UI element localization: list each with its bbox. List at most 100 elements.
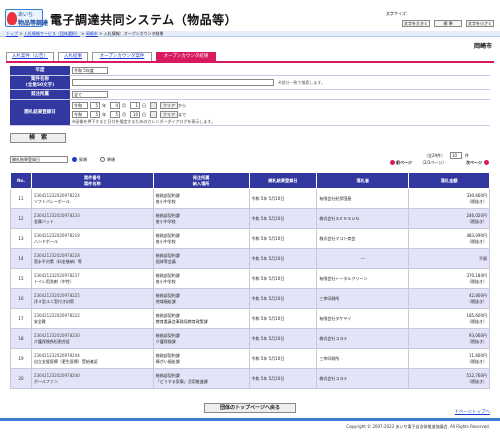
- from-day-input[interactable]: 1: [130, 102, 140, 109]
- row-name-link[interactable]: 介護保険負担割合証: [34, 339, 70, 344]
- row-tax: （税抜き）: [467, 218, 487, 224]
- name-input[interactable]: [72, 79, 274, 86]
- sort-order-select[interactable]: 開札結果登録日: [10, 156, 68, 163]
- row-name-link[interactable]: トイレ用洗剤（中性）: [34, 279, 74, 284]
- row-dept: 総務部契約課: [155, 252, 180, 258]
- year-select[interactable]: 令和 5年度: [72, 67, 108, 74]
- from-day-unit: 日: [142, 103, 146, 108]
- row-tax: （税抜き）: [467, 278, 487, 284]
- row-tax: （税抜き）: [467, 318, 487, 324]
- row-name-link[interactable]: ボールファン: [34, 379, 58, 384]
- from-suffix: から: [178, 103, 186, 108]
- row-name-link[interactable]: ソフトバレーボール: [34, 199, 70, 204]
- to-clear-button[interactable]: クリア: [160, 111, 178, 118]
- desc-label: 降順: [107, 157, 115, 162]
- row-amount-value: 11,660円: [469, 352, 487, 358]
- row-no: 12: [10, 208, 32, 229]
- table-row: 20 230421232020978240 ボールファン 総務部契約課 「どうする家康」…: [10, 368, 490, 389]
- from-clear-button[interactable]: クリア: [160, 102, 178, 109]
- from-year-input[interactable]: 5: [90, 102, 100, 109]
- asc-radio[interactable]: [72, 157, 77, 162]
- row-num-name: 230421232020978244 自立支援医療（更生医療）受給者証: [30, 348, 154, 369]
- year-label: 年度: [10, 66, 70, 75]
- from-month-input[interactable]: 4: [110, 102, 120, 109]
- row-amount-value: 246,020円: [466, 212, 487, 218]
- row-name-link[interactable]: 金属バット: [34, 219, 54, 224]
- row-no: 17: [10, 308, 32, 329]
- th-num-name: 案件番号 案件名称: [30, 172, 154, 189]
- to-year-unit: 年: [102, 112, 106, 117]
- row-name-link[interactable]: ハンドボール: [34, 239, 58, 244]
- row-winner: 株式会社ＳＥＲＳＵＮ: [316, 208, 410, 229]
- breadcrumb-city[interactable]: 岡崎市: [86, 31, 98, 36]
- next-page-link[interactable]: 次ページ: [466, 159, 482, 166]
- row-date: 令和 5年 5月10日: [248, 348, 318, 369]
- row-dept: 総務部契約課: [155, 332, 180, 338]
- to-era-select[interactable]: 令和: [72, 111, 88, 118]
- table-row: 11 230421232020978224 ソフトバレーボール 総務部契約課 各小中学校…: [10, 188, 490, 209]
- tab-open-counter[interactable]: オープンカウンタ案件: [92, 52, 152, 61]
- next-arrow-icon[interactable]: [484, 160, 489, 165]
- breadcrumb-service[interactable]: 入札情報サービス（団体選択）: [24, 31, 80, 36]
- to-day-input[interactable]: 10: [130, 111, 140, 118]
- tab-bid-results[interactable]: 入札結果: [58, 52, 88, 61]
- font-smaller-button[interactable]: 文字を小さく: [466, 20, 494, 27]
- breadcrumb-top[interactable]: トップ: [6, 31, 18, 36]
- row-num-name: 230421232020978224 ソフトバレーボール: [30, 188, 154, 209]
- row-place: 各小中学校: [155, 218, 176, 224]
- row-date: 令和 5年 5月10日: [248, 328, 318, 349]
- row-name-link[interactable]: 安全靴: [34, 319, 46, 324]
- results-body: 11 230421232020978224 ソフトバレーボール 総務部契約課 各小中学校…: [10, 188, 490, 389]
- aichi-logo[interactable]: あいち 物品等調達: [5, 9, 48, 27]
- prev-arrow-icon[interactable]: [390, 160, 395, 165]
- to-calendar-icon[interactable]: [150, 111, 157, 118]
- row-amount-value: 不調: [479, 255, 487, 261]
- from-calendar-icon[interactable]: [150, 102, 157, 109]
- result-count: （全29件）: [424, 153, 446, 158]
- search-button[interactable]: 検 索: [10, 133, 66, 143]
- to-suffix: まで: [178, 112, 186, 117]
- tab-open-counter-results[interactable]: オープンカウンタ結果: [156, 52, 216, 61]
- desc-radio[interactable]: [100, 157, 105, 162]
- per-page-select[interactable]: 10: [450, 152, 462, 159]
- row-dept-place: 総務部契約課 各小中学校: [152, 188, 250, 209]
- row-date: 令和 5年 5月10日: [248, 208, 318, 229]
- row-no: 14: [10, 248, 32, 269]
- row-amount: 483,090円 （税抜き）: [408, 228, 490, 249]
- to-year-input[interactable]: 5: [90, 111, 100, 118]
- row-amount: 512,760円 （税抜き）: [408, 368, 490, 389]
- row-id: 230421232020978219: [33, 232, 80, 238]
- table-row: 18 230421232020978230 介護保険負担割合証 総務部契約課 介護保険課…: [10, 328, 490, 349]
- row-name-link[interactable]: 自立支援医療（更生医療）受給者証: [34, 359, 98, 364]
- row-no: 13: [10, 228, 32, 249]
- row-tax: （税抜き）: [467, 358, 487, 364]
- row-date: 令和 5年 5月10日: [248, 228, 318, 249]
- row-tax: （税抜き）: [467, 338, 487, 344]
- dept-select[interactable]: 全て: [72, 91, 108, 98]
- back-to-top-button[interactable]: 団体のトップページへ戻る: [204, 403, 296, 413]
- font-standard-button[interactable]: 標 準: [434, 20, 462, 27]
- row-date: 令和 5年 5月10日: [248, 268, 318, 289]
- row-amount: 不調: [408, 248, 490, 269]
- name-label-sub: (全角50文字): [25, 82, 55, 88]
- row-dept-place: 総務部契約課 介護保険課: [152, 328, 250, 349]
- row-name-link[interactable]: 洋４型ユニ窓付き封筒: [34, 299, 74, 304]
- breadcrumb-current: 入札情報：オープンカウンタ結果: [103, 31, 164, 36]
- th-dept-text: 発注所属: [192, 175, 210, 180]
- to-month-input[interactable]: 5: [110, 111, 120, 118]
- row-num-name: 230421232020978233 金属バット: [30, 208, 154, 229]
- breadcrumb: トップ > 入札情報サービス（団体選択） > 岡崎市 > 入札情報：オープンカウ…: [0, 31, 500, 37]
- row-name-link[interactable]: 窓水平対策（料金後納）等: [34, 259, 82, 264]
- name-hint: ※部分一致で検索します。: [278, 80, 325, 85]
- prev-page-link[interactable]: 前ページ: [396, 159, 412, 166]
- row-id: 230421232020978233: [33, 212, 80, 218]
- date-row: 開札結果登録日 令和 5 年 4 月 1 日 クリア から 令和 5 年 5 月…: [10, 100, 490, 126]
- date-label: 開札結果登録日: [10, 100, 70, 125]
- row-date: 令和 5年 5月10日: [248, 308, 318, 329]
- font-larger-button[interactable]: 文字を大きく: [402, 20, 430, 27]
- from-year-unit: 年: [102, 103, 106, 108]
- from-era-select[interactable]: 令和: [72, 102, 88, 109]
- row-winner: 三幸印刷所: [316, 348, 410, 369]
- page-top-link[interactable]: ↑ページトップへ: [455, 409, 490, 415]
- tab-bid-notice[interactable]: 入札案件（公告）: [6, 52, 54, 61]
